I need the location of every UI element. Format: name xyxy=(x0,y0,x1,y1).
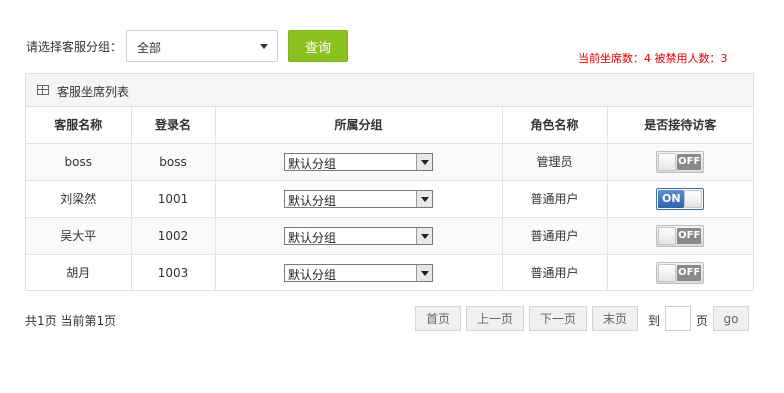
header-role: 角色名称 xyxy=(502,107,608,144)
row-group-value: 默认分组 xyxy=(288,230,337,245)
chevron-down-icon xyxy=(416,227,432,244)
table-row: 刘梁然 1001 默认分组 普通用户 ON xyxy=(26,180,753,218)
header-login-name: 登录名 xyxy=(131,107,216,144)
toggle-knob xyxy=(684,189,703,208)
login-name: 1002 xyxy=(131,217,216,255)
row-group-value: 默认分组 xyxy=(288,193,337,208)
page-unit-label: 页 xyxy=(696,314,709,328)
row-group-select[interactable]: 默认分组 xyxy=(284,226,433,245)
header-receive-visitors: 是否接待访客 xyxy=(607,107,753,144)
next-page-button[interactable]: 下一页 xyxy=(529,306,587,331)
group-filter-label: 请选择客服分组： xyxy=(26,40,123,54)
role-name: 普通用户 xyxy=(502,180,608,218)
receive-cell: OFF xyxy=(607,143,753,181)
receive-toggle[interactable]: OFF xyxy=(656,261,705,284)
group-cell: 默认分组 xyxy=(215,254,503,291)
group-cell: 默认分组 xyxy=(215,217,503,255)
login-name: boss xyxy=(131,143,216,181)
receive-toggle[interactable]: ON xyxy=(656,187,705,210)
table-row: boss boss 默认分组 管理员 OFF xyxy=(26,143,753,181)
chevron-down-icon xyxy=(260,44,268,49)
panel-header: 客服坐席列表 xyxy=(26,74,753,107)
agent-name: 吴大平 xyxy=(26,217,132,255)
toggle-state-label: ON xyxy=(658,189,685,208)
row-group-select[interactable]: 默认分组 xyxy=(284,189,433,208)
page-number-input[interactable] xyxy=(665,306,691,331)
last-page-button[interactable]: 末页 xyxy=(592,306,638,331)
table-row: 胡月 1003 默认分组 普通用户 OFF xyxy=(26,254,753,291)
receive-cell: OFF xyxy=(607,217,753,255)
group-select[interactable]: 全部 xyxy=(126,30,278,62)
toggle-knob xyxy=(658,152,677,171)
toggle-state-label: OFF xyxy=(677,227,702,244)
group-cell: 默认分组 xyxy=(215,143,503,181)
table-header-row: 客服名称 登录名 所属分组 角色名称 是否接待访客 xyxy=(26,107,753,144)
query-button[interactable]: 查询 xyxy=(288,30,348,62)
chevron-down-icon xyxy=(416,264,432,281)
toggle-knob xyxy=(658,263,677,282)
login-name: 1001 xyxy=(131,180,216,218)
receive-cell: OFF xyxy=(607,254,753,291)
toggle-state-label: OFF xyxy=(677,264,702,281)
group-select-value: 全部 xyxy=(137,41,162,55)
login-name: 1003 xyxy=(131,254,216,291)
header-group: 所属分组 xyxy=(215,107,503,144)
chevron-down-icon xyxy=(416,153,432,170)
agent-name: boss xyxy=(26,143,132,181)
receive-cell: ON xyxy=(607,180,753,218)
agent-name: 刘梁然 xyxy=(26,180,132,218)
role-name: 管理员 xyxy=(502,143,608,181)
prev-page-button[interactable]: 上一页 xyxy=(466,306,524,331)
receive-toggle[interactable]: OFF xyxy=(656,224,705,247)
table-icon xyxy=(37,85,49,95)
agent-table: 客服名称 登录名 所属分组 角色名称 是否接待访客 boss boss 默认分组… xyxy=(26,107,753,291)
chevron-down-icon xyxy=(416,190,432,207)
go-button[interactable]: go xyxy=(713,306,749,331)
seat-stats: 当前坐席数：4 被禁用人数：3 xyxy=(578,52,728,65)
first-page-button[interactable]: 首页 xyxy=(415,306,461,331)
receive-toggle[interactable]: OFF xyxy=(656,150,705,173)
header-agent-name: 客服名称 xyxy=(26,107,132,144)
row-group-select[interactable]: 默认分组 xyxy=(284,152,433,171)
group-cell: 默认分组 xyxy=(215,180,503,218)
toggle-knob xyxy=(658,226,677,245)
role-name: 普通用户 xyxy=(502,217,608,255)
row-group-value: 默认分组 xyxy=(288,156,337,171)
row-group-select[interactable]: 默认分组 xyxy=(284,263,433,282)
row-group-value: 默认分组 xyxy=(288,267,337,282)
table-row: 吴大平 1002 默认分组 普通用户 OFF xyxy=(26,217,753,255)
agent-name: 胡月 xyxy=(26,254,132,291)
role-name: 普通用户 xyxy=(502,254,608,291)
agent-list-panel: 客服坐席列表 客服名称 登录名 所属分组 角色名称 是否接待访客 boss bo… xyxy=(25,73,754,291)
goto-label: 到 xyxy=(648,314,661,328)
page-info: 共1页 当前第1页 xyxy=(25,314,117,328)
panel-title: 客服坐席列表 xyxy=(57,85,130,99)
toggle-state-label: OFF xyxy=(677,153,702,170)
